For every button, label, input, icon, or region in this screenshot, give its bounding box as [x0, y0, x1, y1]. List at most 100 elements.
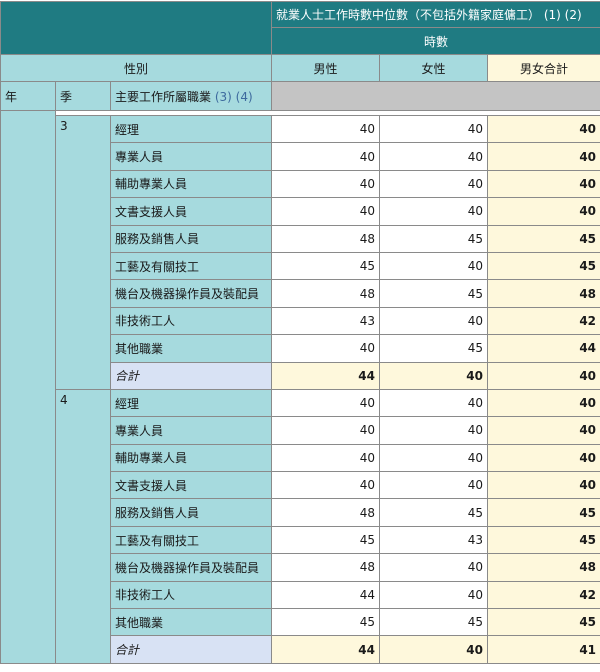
table-title-text: 就業人士工作時數中位數（不包括外籍家庭傭工） [276, 8, 540, 22]
unit-label: 時數 [272, 28, 600, 55]
female-value: 40 [380, 389, 488, 416]
total-header: 男女合計 [488, 55, 600, 82]
male-value: 45 [272, 526, 380, 553]
total-value: 40 [488, 472, 600, 499]
total-value: 45 [488, 252, 600, 279]
male-value: 48 [272, 280, 380, 307]
occupation-cell: 非技術工人 [111, 307, 272, 334]
subtotal-label: 合計 [111, 636, 272, 663]
table-row: 3經理404040 [1, 116, 600, 143]
total-value: 44 [488, 335, 600, 362]
total-value: 40 [488, 362, 600, 389]
female-value: 45 [380, 499, 488, 526]
female-header: 女性 [380, 55, 488, 82]
female-value: 40 [380, 116, 488, 143]
male-value: 44 [272, 636, 380, 663]
male-value: 40 [272, 417, 380, 444]
occupation-cell: 機台及機器操作員及裝配員 [111, 280, 272, 307]
occupation-cell: 文書支援人員 [111, 472, 272, 499]
female-value: 40 [380, 472, 488, 499]
male-value: 45 [272, 252, 380, 279]
total-value: 40 [488, 417, 600, 444]
female-value: 45 [380, 225, 488, 252]
grey-bar [272, 82, 600, 111]
total-value: 40 [488, 389, 600, 416]
total-value: 40 [488, 444, 600, 471]
total-value: 40 [488, 170, 600, 197]
occupation-cell: 工藝及有關技工 [111, 526, 272, 553]
occupation-label-text: 主要工作所屬職業 [115, 90, 211, 104]
occupation-cell: 非技術工人 [111, 581, 272, 608]
year-cell [1, 111, 56, 664]
female-value: 40 [380, 444, 488, 471]
female-value: 40 [380, 362, 488, 389]
total-value: 42 [488, 581, 600, 608]
occupation-cell: 專業人員 [111, 143, 272, 170]
male-value: 48 [272, 554, 380, 581]
male-value: 44 [272, 362, 380, 389]
male-value: 40 [272, 389, 380, 416]
female-value: 40 [380, 170, 488, 197]
occupation-cell: 工藝及有關技工 [111, 252, 272, 279]
female-value: 40 [380, 581, 488, 608]
header-row-title: 就業人士工作時數中位數（不包括外籍家庭傭工） (1) (2) [1, 2, 600, 28]
occupation-cell: 服務及銷售人員 [111, 499, 272, 526]
male-value: 48 [272, 225, 380, 252]
male-value: 45 [272, 609, 380, 636]
occupation-cell: 經理 [111, 389, 272, 416]
female-value: 45 [380, 609, 488, 636]
year-label: 年 [1, 82, 56, 111]
total-value: 41 [488, 636, 600, 663]
male-value: 48 [272, 499, 380, 526]
female-value: 40 [380, 636, 488, 663]
female-value: 40 [380, 417, 488, 444]
total-value: 48 [488, 280, 600, 307]
total-value: 45 [488, 609, 600, 636]
quarter-cell: 4 [56, 389, 111, 663]
header-row-sex: 性別 男性 女性 男女合計 [1, 55, 600, 82]
female-value: 40 [380, 307, 488, 334]
total-value: 48 [488, 554, 600, 581]
table-row: 4經理404040 [1, 389, 600, 416]
female-value: 40 [380, 252, 488, 279]
male-value: 40 [272, 116, 380, 143]
female-value: 40 [380, 143, 488, 170]
total-value: 40 [488, 116, 600, 143]
male-value: 40 [272, 444, 380, 471]
male-value: 40 [272, 170, 380, 197]
occupation-cell: 其他職業 [111, 335, 272, 362]
quarter-label: 季 [56, 82, 111, 111]
occupation-cell: 經理 [111, 116, 272, 143]
total-value: 40 [488, 143, 600, 170]
occupation-cell: 輔助專業人員 [111, 444, 272, 471]
hours-table: 就業人士工作時數中位數（不包括外籍家庭傭工） (1) (2) 時數 性別 男性 … [0, 1, 600, 664]
male-value: 44 [272, 581, 380, 608]
male-value: 40 [272, 198, 380, 225]
male-value: 40 [272, 472, 380, 499]
header-corner [1, 2, 272, 55]
female-value: 45 [380, 335, 488, 362]
female-value: 45 [380, 280, 488, 307]
occupation-cell: 機台及機器操作員及裝配員 [111, 554, 272, 581]
total-value: 45 [488, 499, 600, 526]
total-value: 45 [488, 225, 600, 252]
female-value: 40 [380, 198, 488, 225]
occupation-label-notes: (3) (4) [215, 90, 253, 104]
female-value: 43 [380, 526, 488, 553]
occupation-label: 主要工作所屬職業 (3) (4) [111, 82, 272, 111]
sex-label: 性別 [1, 55, 272, 82]
total-value: 40 [488, 198, 600, 225]
subtotal-label: 合計 [111, 362, 272, 389]
male-value: 43 [272, 307, 380, 334]
occupation-cell: 專業人員 [111, 417, 272, 444]
female-value: 40 [380, 554, 488, 581]
male-value: 40 [272, 335, 380, 362]
occupation-cell: 文書支援人員 [111, 198, 272, 225]
male-value: 40 [272, 143, 380, 170]
total-value: 42 [488, 307, 600, 334]
occupation-cell: 服務及銷售人員 [111, 225, 272, 252]
occupation-cell: 其他職業 [111, 609, 272, 636]
total-value: 45 [488, 526, 600, 553]
occupation-cell: 輔助專業人員 [111, 170, 272, 197]
quarter-cell: 3 [56, 116, 111, 390]
